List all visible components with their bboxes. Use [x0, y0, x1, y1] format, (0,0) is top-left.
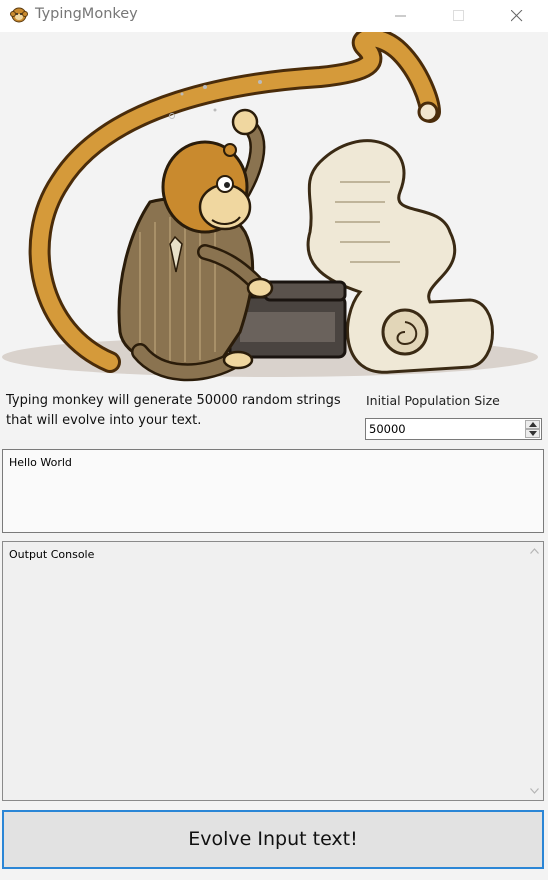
spinner-down-button[interactable] — [525, 429, 540, 438]
population-size-label: Initial Population Size — [366, 393, 500, 408]
population-size-spinner[interactable]: 50000 — [365, 418, 542, 440]
window-title: TypingMonkey — [35, 6, 138, 22]
spinner-up-button[interactable] — [525, 420, 540, 429]
input-text-area[interactable]: Hello World — [2, 449, 544, 533]
output-console-text: Output Console — [9, 548, 95, 561]
close-icon — [511, 10, 523, 22]
scroll-up-icon[interactable] — [530, 548, 539, 554]
description-line-2: that will evolve into your text. — [6, 413, 202, 428]
scroll-down-icon[interactable] — [530, 788, 539, 794]
close-button[interactable] — [494, 0, 540, 32]
maximize-icon — [453, 10, 464, 21]
description-text: Typing monkey will generate 50000 random… — [6, 391, 356, 431]
output-scrollbar[interactable] — [526, 542, 543, 800]
minimize-icon — [395, 15, 406, 17]
chevron-down-icon — [529, 431, 537, 436]
input-text-value[interactable]: Hello World — [9, 456, 72, 469]
output-console[interactable]: Output Console — [2, 541, 544, 801]
evolve-button[interactable]: Evolve Input text! — [2, 810, 544, 869]
monkey-icon — [10, 7, 28, 23]
population-size-value[interactable]: 50000 — [369, 422, 406, 436]
title-bar: TypingMonkey — [0, 0, 548, 32]
monkey-typewriter-illustration — [2, 32, 538, 382]
description-line-1: Typing monkey will generate 50000 random… — [6, 393, 341, 408]
maximize-button[interactable] — [436, 0, 482, 32]
minimize-button[interactable] — [378, 0, 424, 32]
chevron-up-icon — [529, 422, 537, 427]
